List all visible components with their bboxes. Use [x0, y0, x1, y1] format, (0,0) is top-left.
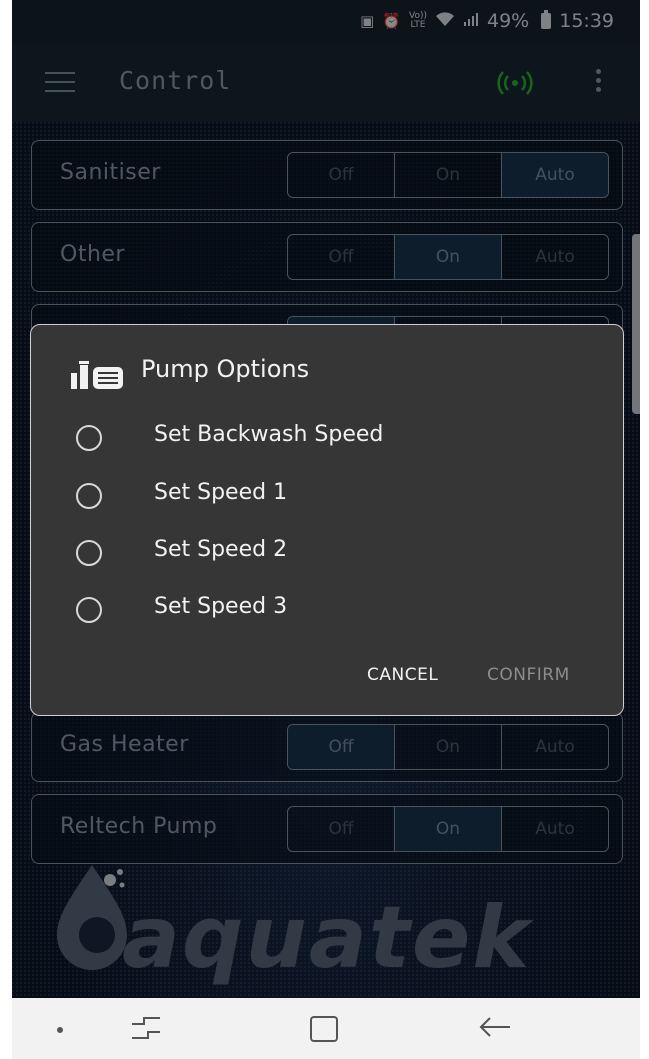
back-icon[interactable] — [478, 1014, 512, 1044]
system-nav-bar — [12, 998, 640, 1059]
pump-icon — [71, 357, 127, 395]
radio-button[interactable] — [76, 483, 102, 509]
radio-button[interactable] — [76, 425, 102, 451]
option-label: Set Speed 1 — [154, 480, 288, 505]
pump-options-dialog: Pump Options Set Backwash Speed Set Spee… — [30, 324, 624, 716]
radio-button[interactable] — [76, 540, 102, 566]
option-label: Set Speed 3 — [154, 594, 288, 619]
radio-button[interactable] — [76, 597, 102, 623]
confirm-button[interactable]: CONFIRM — [487, 665, 570, 685]
dot-icon — [57, 1027, 63, 1033]
cancel-button[interactable]: CANCEL — [367, 665, 438, 685]
recents-icon[interactable] — [130, 1015, 164, 1045]
phone-screen: ▣ ⏰ Vo)) LTE 49% 15:39 Control Sanitiser… — [12, 0, 640, 1059]
option-label: Set Speed 2 — [154, 537, 288, 562]
dialog-title: Pump Options — [141, 355, 310, 383]
option-label: Set Backwash Speed — [154, 422, 384, 447]
home-icon[interactable] — [310, 1016, 338, 1042]
